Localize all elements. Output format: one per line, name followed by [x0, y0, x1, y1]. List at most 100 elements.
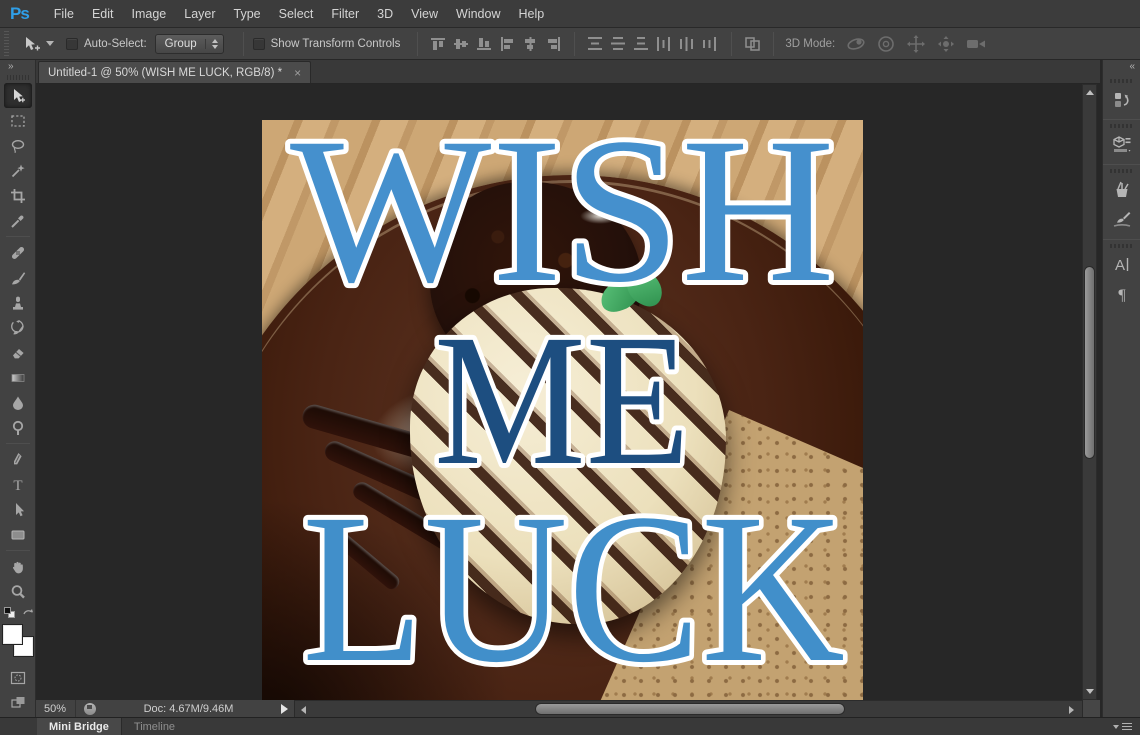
properties-panel-button[interactable]	[1103, 130, 1140, 160]
3d-scale-camera-icon[interactable]	[965, 35, 987, 53]
auto-select-checkbox[interactable]	[66, 37, 78, 50]
auto-select-mode-dropdown[interactable]: Group	[154, 33, 224, 54]
rectangle-tool-button[interactable]	[4, 522, 32, 547]
bottom-panel-strip: Mini Bridge Timeline	[0, 717, 1140, 735]
character-panel-button[interactable]: A	[1103, 250, 1140, 280]
eyedropper-tool-button[interactable]	[4, 208, 32, 233]
dock-grip[interactable]	[1110, 124, 1133, 128]
distribute-bottom-edges-icon[interactable]	[633, 36, 650, 52]
menu-filter[interactable]: Filter	[322, 7, 368, 21]
distribute-top-edges-icon[interactable]	[587, 36, 604, 52]
dock-grip[interactable]	[1110, 244, 1133, 248]
brush-presets-panel-button[interactable]	[1103, 205, 1140, 235]
hand-tool-button[interactable]	[4, 554, 32, 579]
vertical-scrollbar-thumb[interactable]	[1084, 266, 1095, 459]
canvas-viewport[interactable]: WISH ME LUCK	[36, 84, 1100, 700]
distribute-left-edges-icon[interactable]	[656, 36, 673, 52]
timeline-tab[interactable]: Timeline	[122, 718, 187, 735]
magic-wand-icon	[11, 164, 25, 177]
eraser-tool-button[interactable]	[4, 340, 32, 365]
clone-stamp-tool-button[interactable]	[4, 290, 32, 315]
3d-rotate-icon[interactable]	[845, 35, 867, 53]
align-bottom-edges-icon[interactable]	[476, 36, 493, 52]
document-tab[interactable]: Untitled-1 @ 50% (WISH ME LUCK, RGB/8) *…	[38, 61, 312, 83]
distribute-right-edges-icon[interactable]	[702, 36, 719, 52]
rectangle-shape-icon	[11, 530, 24, 539]
dodge-tool-button[interactable]	[4, 415, 32, 440]
history-brush-tool-button[interactable]	[4, 315, 32, 340]
pen-tool-button[interactable]	[4, 447, 32, 472]
menu-3d[interactable]: 3D	[368, 7, 402, 21]
brush-icon	[11, 271, 25, 284]
rectangular-marquee-tool-button[interactable]	[4, 108, 32, 133]
scroll-up-icon[interactable]	[1086, 90, 1094, 95]
tools-collapse-icon[interactable]: »	[0, 60, 35, 75]
3d-slide-icon[interactable]	[935, 35, 957, 53]
panel-menu-icon[interactable]	[1113, 718, 1132, 735]
menu-layer[interactable]: Layer	[175, 7, 224, 21]
auto-align-layers-icon[interactable]	[744, 36, 761, 52]
align-right-edges-icon[interactable]	[545, 36, 562, 52]
scroll-down-icon[interactable]	[1086, 689, 1094, 694]
dock-grip[interactable]	[1110, 79, 1133, 83]
3d-drag-icon[interactable]	[905, 34, 927, 53]
scroll-left-icon[interactable]	[301, 706, 306, 714]
menu-view[interactable]: View	[402, 7, 447, 21]
screen-mode-button[interactable]	[4, 690, 32, 715]
quick-mask-button[interactable]	[4, 665, 32, 690]
quick-mask-icon	[10, 671, 25, 684]
canvas-image[interactable]: WISH ME LUCK	[262, 120, 863, 700]
spot-healing-brush-tool-button[interactable]	[4, 240, 32, 265]
3d-roll-icon[interactable]	[875, 35, 897, 53]
color-swatches[interactable]	[1, 623, 35, 665]
align-horizontal-centers-icon[interactable]	[522, 36, 539, 52]
menu-image[interactable]: Image	[123, 7, 176, 21]
mini-bridge-tab[interactable]: Mini Bridge	[37, 718, 122, 735]
pen-icon	[13, 452, 22, 464]
options-bar-grip[interactable]	[2, 30, 11, 57]
move-tool-button[interactable]	[3, 83, 32, 108]
foreground-color-swatch[interactable]	[2, 625, 22, 644]
current-tool-preset[interactable]	[23, 36, 54, 52]
lasso-tool-button[interactable]	[4, 133, 32, 158]
history-panel-button[interactable]	[1103, 85, 1140, 115]
magic-wand-tool-button[interactable]	[4, 158, 32, 183]
vertical-scrollbar[interactable]	[1082, 84, 1097, 700]
distribute-vertical-centers-icon[interactable]	[610, 36, 627, 52]
path-selection-tool-button[interactable]	[4, 497, 32, 522]
gradient-tool-button[interactable]	[4, 365, 32, 390]
document-tab-strip: Untitled-1 @ 50% (WISH ME LUCK, RGB/8) *…	[36, 60, 1100, 84]
show-transform-checkbox[interactable]	[252, 37, 265, 50]
crop-tool-button[interactable]	[4, 183, 32, 208]
paragraph-panel-button[interactable]: ¶	[1103, 280, 1140, 310]
dock-grip[interactable]	[1110, 169, 1133, 173]
align-vertical-centers-icon[interactable]	[453, 36, 470, 52]
menu-type[interactable]: Type	[225, 7, 270, 21]
brush-tool-button[interactable]	[4, 265, 32, 290]
blur-tool-button[interactable]	[4, 390, 32, 415]
zoom-level-field[interactable]: 50%	[36, 700, 77, 717]
brush-panel-button[interactable]	[1103, 175, 1140, 205]
horizontal-scrollbar-thumb[interactable]	[535, 703, 845, 715]
scroll-right-icon[interactable]	[1069, 706, 1074, 714]
tools-grip[interactable]	[6, 75, 29, 80]
align-top-edges-icon[interactable]	[430, 36, 447, 52]
status-badge-icon[interactable]	[84, 702, 97, 715]
separator	[1103, 119, 1140, 120]
type-tool-button[interactable]: T	[4, 472, 32, 497]
dock-collapse-icon[interactable]: «	[1103, 60, 1140, 76]
distribute-horizontal-centers-icon[interactable]	[679, 36, 696, 52]
status-menu-arrow-icon[interactable]	[281, 703, 288, 714]
menu-file[interactable]: File	[45, 7, 83, 21]
menu-window[interactable]: Window	[447, 7, 509, 21]
menu-help[interactable]: Help	[510, 7, 554, 21]
menu-edit[interactable]: Edit	[83, 7, 123, 21]
horizontal-scrollbar[interactable]	[295, 700, 1082, 717]
align-left-edges-icon[interactable]	[499, 36, 516, 52]
default-swap-colors[interactable]	[1, 606, 35, 620]
tab-close-icon[interactable]: ×	[294, 67, 301, 79]
rectangular-marquee-icon	[10, 114, 25, 127]
menu-select[interactable]: Select	[270, 7, 323, 21]
clone-stamp-icon	[12, 296, 23, 310]
zoom-tool-button[interactable]	[4, 579, 32, 604]
